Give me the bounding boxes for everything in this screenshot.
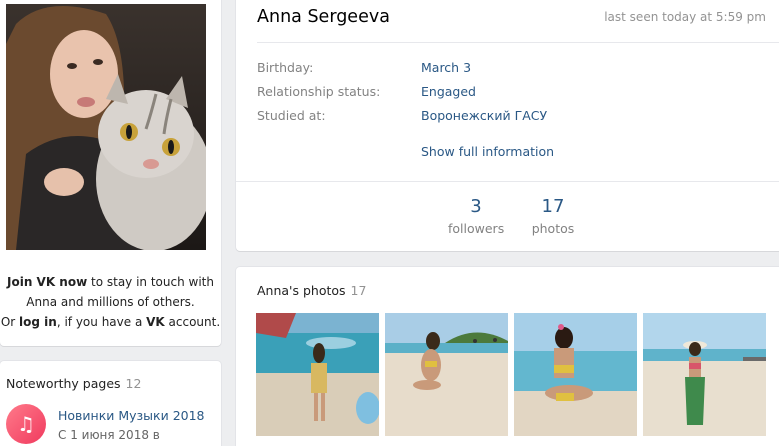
noteworthy-pages-card: Noteworthy pages 12 ♫ Новинки Музыки 2018… xyxy=(0,361,221,446)
counter-label: photos xyxy=(531,221,575,236)
noteworthy-pages-header[interactable]: Noteworthy pages 12 xyxy=(6,373,141,392)
info-value[interactable]: Воронежский ГАСУ xyxy=(421,108,547,123)
photo-thumbnail[interactable] xyxy=(256,313,379,436)
section-title: Noteworthy pages xyxy=(6,376,121,391)
avatar-card: Join VK now to stay in touch with Anna a… xyxy=(0,0,221,346)
info-label: Studied at: xyxy=(257,108,326,123)
section-count: 12 xyxy=(125,376,142,391)
photos-counter[interactable]: 17 photos xyxy=(528,196,578,237)
profile-photo[interactable] xyxy=(6,4,206,250)
music-note-icon: ♫ xyxy=(6,404,46,444)
photo-thumbnail[interactable] xyxy=(643,313,766,436)
counter-label: followers xyxy=(448,221,505,236)
followers-counter[interactable]: 3 followers xyxy=(448,196,505,237)
divider xyxy=(236,181,779,182)
join-link[interactable]: Join VK now xyxy=(7,275,87,289)
last-seen: last seen today at 5:59 pm xyxy=(604,10,766,24)
info-label: Relationship status: xyxy=(257,84,381,99)
photos-header[interactable]: Anna's photos 17 xyxy=(257,280,366,299)
section-count: 17 xyxy=(350,283,367,298)
photos-card: Anna's photos 17 xyxy=(236,267,779,446)
profile-info-card: Anna Sergeeva last seen today at 5:59 pm… xyxy=(236,0,779,251)
photo-thumbnail[interactable] xyxy=(385,313,508,436)
counter-number: 17 xyxy=(541,196,565,217)
divider xyxy=(257,42,779,43)
page-subtitle: С 1 июня 2018 в xyxy=(58,428,160,442)
page-name[interactable]: Новинки Музыки 2018 xyxy=(58,408,205,423)
info-value[interactable]: March 3 xyxy=(421,60,471,75)
info-label: Birthday: xyxy=(257,60,314,75)
counter-number: 3 xyxy=(470,196,482,217)
info-value[interactable]: Engaged xyxy=(421,84,476,99)
join-prompt: Join VK now to stay in touch with Anna a… xyxy=(0,275,221,329)
section-title: Anna's photos xyxy=(257,283,346,298)
login-link[interactable]: log in xyxy=(19,315,57,329)
page-item[interactable]: ♫ Новинки Музыки 2018 С 1 июня 2018 в xyxy=(6,404,205,444)
page-title: Anna Sergeeva xyxy=(257,7,390,27)
show-full-info-link[interactable]: Show full information xyxy=(421,144,554,159)
photo-thumbnail[interactable] xyxy=(514,313,637,436)
